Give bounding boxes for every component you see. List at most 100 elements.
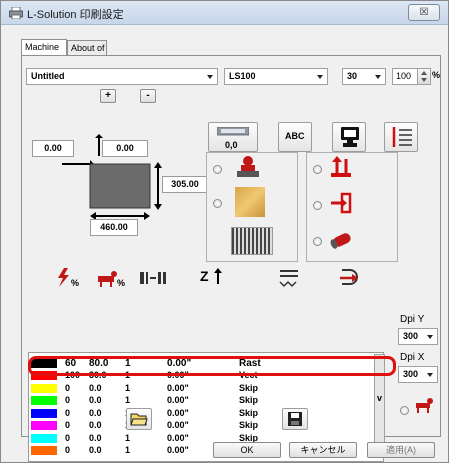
pen-speed: 0.0: [89, 445, 102, 455]
pattern-icon[interactable]: [231, 227, 273, 255]
pen-color-swatch[interactable]: [31, 421, 57, 430]
window-title: L-Solution 印刷設定: [27, 9, 124, 21]
z-axis-label: Z: [200, 268, 209, 284]
ppi-icon: [140, 272, 166, 284]
width-field[interactable]: 460.00: [90, 219, 138, 236]
pen-power: 0: [65, 445, 71, 455]
pen-mode: Skip: [239, 382, 259, 393]
line-spacing-icon: [392, 127, 412, 147]
rotary-icon: [416, 398, 433, 413]
pen-row[interactable]: 0 0.0 1 0.00" Skip: [29, 395, 383, 405]
mode-icon: [279, 270, 298, 288]
pen-power: 0: [65, 420, 71, 430]
abc-label: ABC: [285, 131, 305, 141]
pen-power: 0: [65, 382, 71, 393]
svg-text:%: %: [117, 278, 125, 288]
pen-power: 0: [65, 407, 71, 418]
radio-rotary[interactable]: [400, 406, 409, 415]
stamp-icon: [237, 156, 259, 177]
dpi-y-combo[interactable]: 300: [398, 328, 438, 345]
pen-mode: Skip: [239, 395, 259, 405]
power-unit: %: [432, 70, 441, 80]
machine-combo[interactable]: LS100: [224, 68, 328, 85]
pen-passes: 1: [125, 382, 131, 393]
pen-z: 0.00": [167, 382, 189, 393]
selected-row-highlight: [28, 356, 396, 376]
direction-group: [306, 152, 398, 262]
pen-z: 0.00": [167, 407, 189, 418]
text-button[interactable]: ABC: [278, 122, 312, 152]
power-spinner[interactable]: [417, 68, 431, 85]
speed-value: 30: [347, 71, 358, 81]
close-button[interactable]: ☒: [408, 4, 440, 21]
z-arrows-icon: [214, 268, 222, 284]
printer-icon: [9, 7, 23, 19]
pen-color-swatch[interactable]: [31, 446, 57, 455]
open-file-button[interactable]: [126, 408, 152, 430]
pen-power: 0: [65, 432, 71, 443]
apply-button[interactable]: 適用(A): [367, 442, 435, 458]
pen-mode: Skip: [239, 432, 259, 443]
radio-up[interactable]: [313, 165, 322, 174]
roll-icon: [330, 233, 351, 249]
pen-row[interactable]: 0 0.0 1 0.00" Skip: [29, 382, 383, 393]
folder-open-icon: [130, 413, 148, 426]
pen-passes: 1: [125, 395, 131, 405]
pen-z: 0.00": [167, 445, 189, 455]
chevron-down-icon: [427, 373, 433, 377]
dpi-x-value: 300: [403, 369, 419, 379]
scale-button[interactable]: 0,0: [208, 122, 258, 152]
pen-row[interactable]: 00.010.00"Skip: [29, 407, 383, 418]
insert-icon: [331, 192, 352, 214]
speed-icon: %: [98, 271, 125, 288]
pen-color-swatch[interactable]: [31, 383, 57, 393]
cancel-button[interactable]: キャンセル: [289, 442, 357, 458]
monitor-button[interactable]: [332, 122, 366, 152]
ok-button[interactable]: OK: [213, 442, 281, 458]
radio-insert[interactable]: [313, 201, 322, 210]
machine-panel: Untitled LS100 30 100 % + - 0.00 0.00 30…: [21, 55, 441, 462]
pen-z: 0.00": [167, 432, 189, 443]
arrow-up-icon: [331, 156, 351, 177]
speed-combo[interactable]: 30: [342, 68, 386, 85]
scale-value: 0,0: [225, 140, 238, 150]
tab-about[interactable]: About of: [67, 40, 107, 55]
pen-color-swatch[interactable]: [31, 408, 57, 418]
pen-speed: 0.0: [89, 395, 102, 405]
minus-button[interactable]: -: [140, 89, 156, 103]
title-bar: L-Solution 印刷設定 ☒: [1, 1, 448, 25]
save-file-button[interactable]: [282, 408, 308, 430]
pen-speed: 0.0: [89, 407, 102, 418]
lines-button[interactable]: [384, 122, 418, 152]
chevron-down-icon: [317, 75, 323, 79]
wood-icon: [235, 187, 265, 217]
monitor-icon: [341, 127, 359, 147]
file-combo[interactable]: Untitled: [26, 68, 218, 85]
dpi-y-value: 300: [403, 331, 419, 341]
radio-roll[interactable]: [313, 237, 322, 246]
print-settings-window: L-Solution 印刷設定 ☒ Machine About of Untit…: [0, 0, 449, 463]
power-input[interactable]: 100: [392, 68, 418, 85]
pen-color-swatch[interactable]: [31, 396, 57, 405]
power-icon: %: [58, 268, 79, 288]
media-group: [206, 152, 298, 262]
pen-z: 0.00": [167, 395, 189, 405]
height-field[interactable]: 305.00: [162, 176, 208, 193]
pen-row[interactable]: 00.010.00"Skip: [29, 420, 383, 430]
pen-speed: 0.0: [89, 432, 102, 443]
radio-wood[interactable]: [213, 199, 222, 208]
file-value: Untitled: [31, 71, 65, 81]
passes-icon: [340, 269, 358, 285]
pen-speed: 0.0: [89, 420, 102, 430]
pen-passes: 1: [125, 445, 131, 455]
pen-speed: 0.0: [89, 382, 102, 393]
tab-machine[interactable]: Machine: [21, 39, 67, 55]
pen-mode: Skip: [239, 420, 259, 430]
pen-color-swatch[interactable]: [31, 433, 57, 443]
plus-button[interactable]: +: [100, 89, 116, 103]
pen-power: 0: [65, 395, 71, 405]
pen-passes: 1: [125, 432, 131, 443]
radio-stamp[interactable]: [213, 165, 222, 174]
dpi-x-combo[interactable]: 300: [398, 366, 438, 383]
machine-value: LS100: [229, 71, 256, 81]
